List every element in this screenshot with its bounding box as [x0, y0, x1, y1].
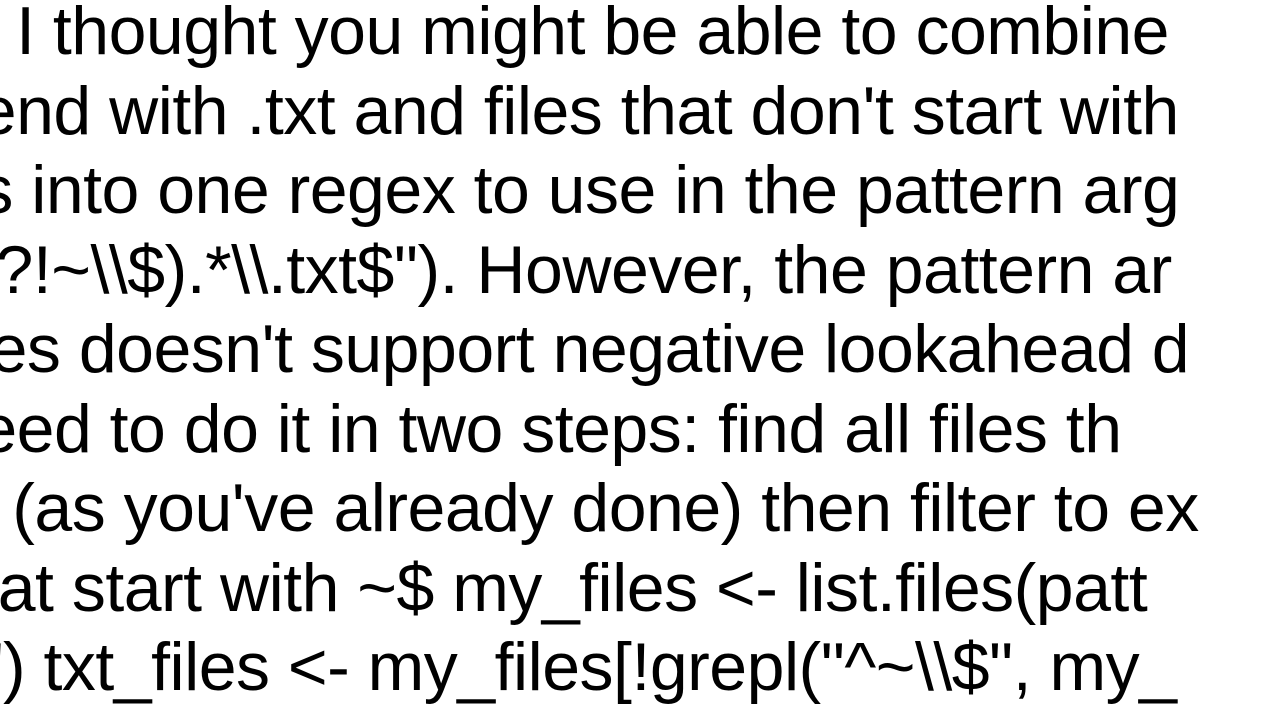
text-line: $") txt_files <- my_files[!grepl("^~\\$"… [0, 628, 1199, 708]
document-text: 2: I thought you might be able to combin… [0, 0, 1199, 708]
text-line: ^(?!~\\$).*\\.txt$"). However, the patte… [0, 231, 1199, 311]
text-line: xt (as you've already done) then filter … [0, 469, 1199, 549]
text-line: need to do it in two steps: find all fil… [0, 390, 1199, 470]
text-line: 2: I thought you might be able to combin… [0, 0, 1199, 72]
text-line: files doesn't support negative lookahead… [0, 310, 1199, 390]
text-line: that start with ~$ my_files <- list.file… [0, 549, 1199, 629]
text-line: ns into one regex to use in the pattern … [0, 151, 1199, 231]
text-line: t end with .txt and files that don't sta… [0, 72, 1199, 152]
